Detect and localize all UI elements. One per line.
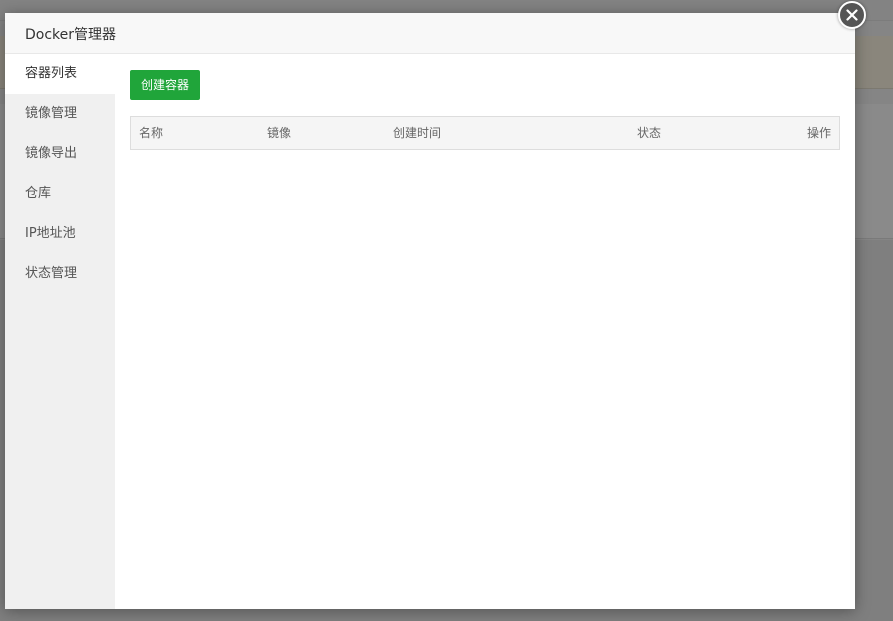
sidebar-item-label: 容器列表: [25, 66, 78, 81]
sidebar-item-status-management[interactable]: 状态管理: [5, 254, 115, 294]
column-header-actions[interactable]: 操作: [807, 117, 831, 149]
docker-manager-dialog: Docker管理器 容器列表 镜像管理 镜像导出 仓库 IP地址池 状态管理 创…: [5, 1, 866, 609]
close-button[interactable]: [838, 1, 866, 29]
create-container-button[interactable]: 创建容器: [130, 70, 201, 100]
sidebar-item-label: 状态管理: [25, 266, 78, 281]
column-header-image[interactable]: 镜像: [267, 117, 291, 149]
sidebar-item-label: 镜像管理: [25, 106, 78, 121]
column-header-created-time[interactable]: 创建时间: [393, 117, 441, 149]
sidebar-item-label: 仓库: [25, 186, 52, 201]
sidebar-item-label: IP地址池: [25, 226, 76, 241]
close-icon: [846, 9, 858, 21]
sidebar-item-ip-pool[interactable]: IP地址池: [5, 214, 115, 254]
sidebar-item-image-export[interactable]: 镜像导出: [5, 134, 115, 174]
dialog-header: Docker管理器: [5, 13, 855, 54]
sidebar-item-repository[interactable]: 仓库: [5, 174, 115, 214]
sidebar-item-image-management[interactable]: 镜像管理: [5, 94, 115, 134]
container-table: 名称 镜像 创建时间 状态 操作: [130, 116, 840, 150]
sidebar-item-label: 镜像导出: [25, 146, 78, 161]
column-header-name[interactable]: 名称: [139, 117, 163, 149]
dialog-title: Docker管理器: [25, 27, 117, 43]
sidebar-item-container-list[interactable]: 容器列表: [5, 54, 115, 94]
column-header-status[interactable]: 状态: [637, 117, 661, 149]
main-content: 创建容器 名称 镜像 创建时间 状态 操作: [130, 70, 840, 150]
sidebar: 容器列表 镜像管理 镜像导出 仓库 IP地址池 状态管理: [5, 54, 115, 609]
